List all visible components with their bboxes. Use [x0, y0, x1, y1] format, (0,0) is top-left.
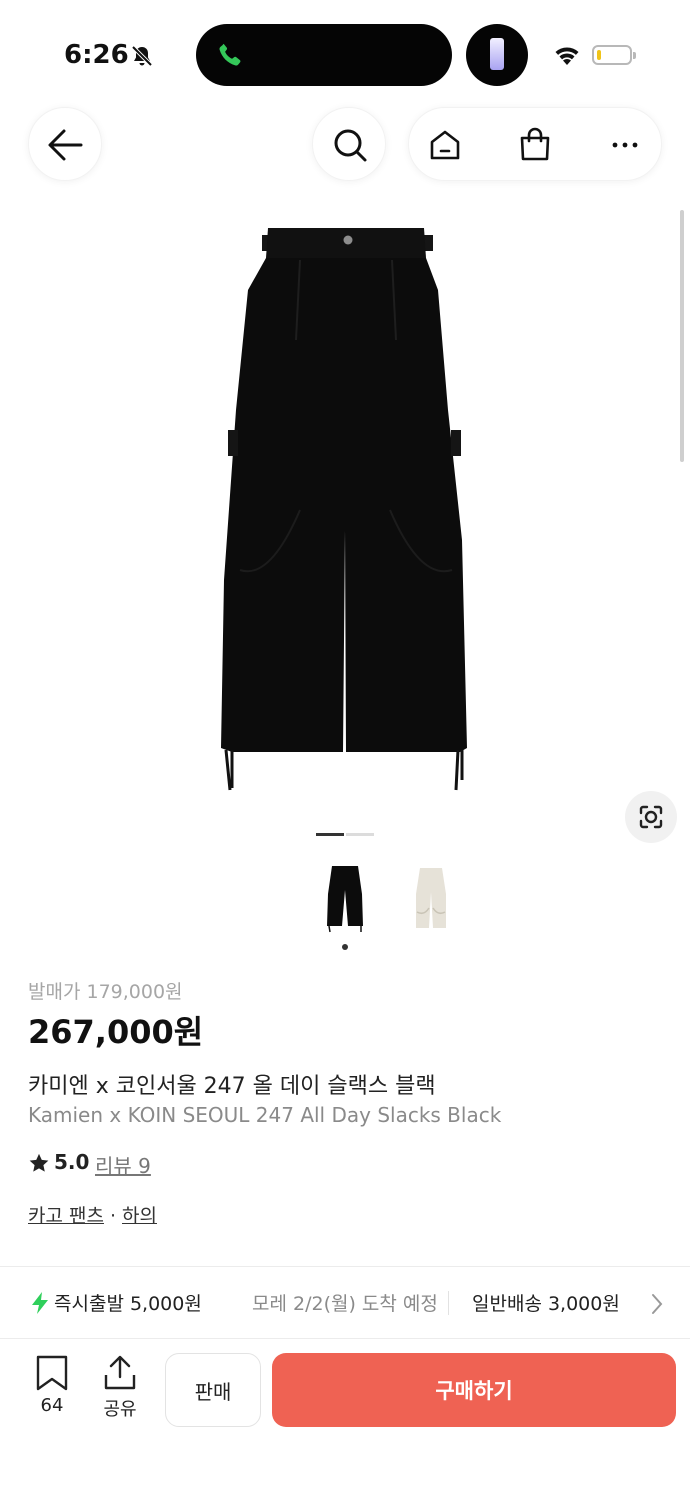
- back-button[interactable]: [28, 107, 102, 181]
- shopping-bag-icon[interactable]: [517, 127, 553, 163]
- flashlight-icon: [490, 38, 504, 70]
- sell-button[interactable]: 판매: [165, 1353, 261, 1427]
- share-label: 공유: [103, 1399, 137, 1420]
- selected-thumbnail-indicator: [342, 944, 348, 950]
- lens-scan-icon: [639, 805, 663, 829]
- dynamic-island[interactable]: [196, 24, 452, 86]
- release-price: 발매가 179,000원: [28, 981, 183, 1003]
- product-name-english: Kamien x KOIN SEOUL 247 All Day Slacks B…: [28, 1103, 502, 1127]
- express-eta: 모레 2/2(월) 도착 예정: [252, 1293, 438, 1315]
- bookmark-count: 64: [40, 1395, 64, 1416]
- page-dot-active: [316, 833, 344, 836]
- gallery-page-indicator: [316, 833, 376, 852]
- price: 267,000원: [28, 1013, 204, 1051]
- pants-illustration: [221, 228, 467, 791]
- battery-icon: [592, 45, 636, 65]
- product-name-korean: 카미엔 x 코인서울 247 올 데이 슬랙스 블랙: [28, 1074, 436, 1099]
- divider: [448, 1291, 449, 1315]
- status-time: 6:26: [64, 40, 129, 70]
- category-breadcrumb: 카고 팬츠 · 하의: [28, 1201, 157, 1228]
- thumbnail-image: [416, 868, 446, 928]
- thumbnail-image: [327, 866, 363, 933]
- divider: [0, 1338, 690, 1339]
- shipping-options-row[interactable]: 즉시출발 5,000원 모레 2/2(월) 도착 예정 일반배송 3,000원: [0, 1267, 690, 1337]
- bookmark-icon: [36, 1355, 68, 1391]
- search-icon: [334, 129, 367, 162]
- more-icon[interactable]: [607, 127, 643, 163]
- status-bar: 6:26: [0, 0, 690, 110]
- chevron-right-icon: [652, 1294, 663, 1314]
- bookmark-button[interactable]: 64: [30, 1355, 74, 1421]
- flashlight-indicator[interactable]: [466, 24, 528, 86]
- buy-button[interactable]: 구매하기: [272, 1353, 676, 1427]
- share-button[interactable]: 공유: [98, 1355, 142, 1421]
- product-image[interactable]: [0, 200, 690, 820]
- star-icon: [29, 1153, 49, 1172]
- wifi-icon: [555, 47, 579, 65]
- color-thumbnail-black[interactable]: [310, 860, 380, 940]
- review-link[interactable]: 리뷰 9: [95, 1150, 151, 1179]
- lightning-icon: [32, 1292, 48, 1314]
- page-dot: [346, 833, 374, 836]
- category-link-bottoms[interactable]: 하의: [122, 1205, 157, 1227]
- share-icon: [104, 1355, 136, 1390]
- category-link-cargo-pants[interactable]: 카고 팬츠: [28, 1205, 104, 1227]
- bell-slash-icon: [131, 45, 153, 67]
- back-arrow-icon: [48, 129, 83, 161]
- category-separator: ·: [109, 1205, 117, 1227]
- standard-shipping-label: 일반배송 3,000원: [472, 1293, 620, 1315]
- visual-search-button[interactable]: [625, 791, 677, 843]
- color-thumbnail-beige[interactable]: [396, 860, 466, 940]
- nav-action-group: [408, 107, 662, 181]
- phone-icon: [219, 43, 241, 66]
- search-button[interactable]: [312, 107, 386, 181]
- home-icon[interactable]: [427, 127, 463, 163]
- scrollbar[interactable]: [680, 210, 684, 462]
- rating-score: 5.0: [54, 1150, 90, 1174]
- express-shipping-label: 즉시출발 5,000원: [54, 1293, 202, 1315]
